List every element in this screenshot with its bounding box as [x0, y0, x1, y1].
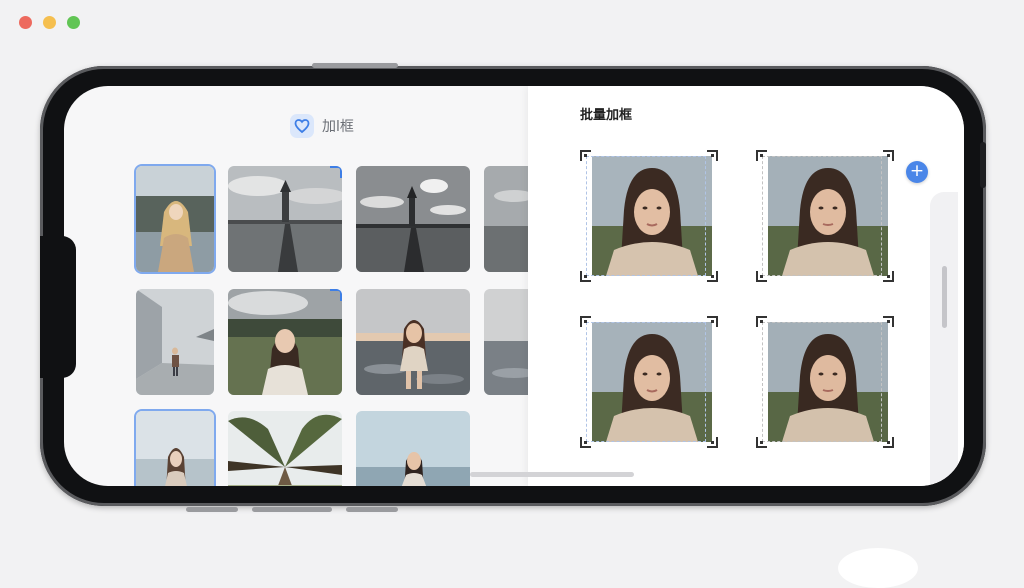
- frame-border-dashed: [762, 322, 882, 442]
- selection-corner-mark: [330, 166, 342, 178]
- gallery-thumbnail[interactable]: [228, 166, 342, 272]
- panel-title: 批量加框: [580, 108, 633, 123]
- batch-frame-panel: 批量加框: [528, 86, 964, 486]
- frame-border-dashed: [586, 322, 706, 442]
- app-header: 加l框: [290, 114, 354, 138]
- zoom-window-button[interactable]: [67, 16, 80, 29]
- resize-handle-icon[interactable]: [882, 270, 894, 282]
- scroll-track: [930, 192, 958, 486]
- resize-handle-icon[interactable]: [756, 150, 768, 162]
- phone-notch: [40, 236, 76, 378]
- resize-handle-icon[interactable]: [706, 316, 718, 328]
- phone-screen: 加l框 批量加框 +: [64, 86, 964, 486]
- frame-border-dashed: [586, 156, 706, 276]
- resize-handle-icon[interactable]: [706, 436, 718, 448]
- phone-bottom-button: [346, 507, 398, 512]
- home-indicator[interactable]: [470, 472, 634, 477]
- phone-bottom-button: [252, 507, 332, 512]
- resize-handle-icon[interactable]: [580, 270, 592, 282]
- resize-handle-icon[interactable]: [580, 436, 592, 448]
- frame-border-dashed: [762, 156, 882, 276]
- gallery-thumbnail[interactable]: [136, 411, 214, 486]
- resize-handle-icon[interactable]: [756, 436, 768, 448]
- add-frame-button[interactable]: +: [906, 161, 928, 183]
- framed-photo-card[interactable]: [756, 316, 894, 448]
- window-controls: [19, 16, 80, 29]
- resize-handle-icon[interactable]: [580, 316, 592, 328]
- minimize-window-button[interactable]: [43, 16, 56, 29]
- gallery-thumbnail[interactable]: [356, 166, 470, 272]
- framed-photo-card[interactable]: [756, 150, 894, 282]
- resize-handle-icon[interactable]: [756, 270, 768, 282]
- gallery-thumbnail[interactable]: [228, 289, 342, 395]
- resize-handle-icon[interactable]: [706, 150, 718, 162]
- selection-corner-mark: [330, 289, 342, 301]
- gallery-thumbnail[interactable]: [356, 289, 470, 395]
- gallery-thumbnail[interactable]: [228, 411, 342, 486]
- close-window-button[interactable]: [19, 16, 32, 29]
- gallery-thumbnail[interactable]: [356, 411, 470, 486]
- gallery-thumbnail[interactable]: [136, 289, 214, 395]
- app-title: 加l框: [322, 119, 354, 135]
- resize-handle-icon[interactable]: [580, 150, 592, 162]
- heart-shield-icon: [290, 114, 314, 138]
- resize-handle-icon[interactable]: [882, 316, 894, 328]
- resize-handle-icon[interactable]: [756, 316, 768, 328]
- gallery-thumbnail[interactable]: [136, 166, 214, 272]
- phone-bottom-button: [186, 507, 238, 512]
- resize-handle-icon[interactable]: [706, 270, 718, 282]
- phone-top-button: [312, 63, 398, 68]
- scrollbar-thumb[interactable]: [942, 266, 947, 328]
- framed-photo-card[interactable]: [580, 150, 718, 282]
- decorative-blob: [838, 548, 918, 588]
- resize-handle-icon[interactable]: [882, 150, 894, 162]
- phone-side-button: [980, 142, 986, 188]
- framed-photo-card[interactable]: [580, 316, 718, 448]
- resize-handle-icon[interactable]: [882, 436, 894, 448]
